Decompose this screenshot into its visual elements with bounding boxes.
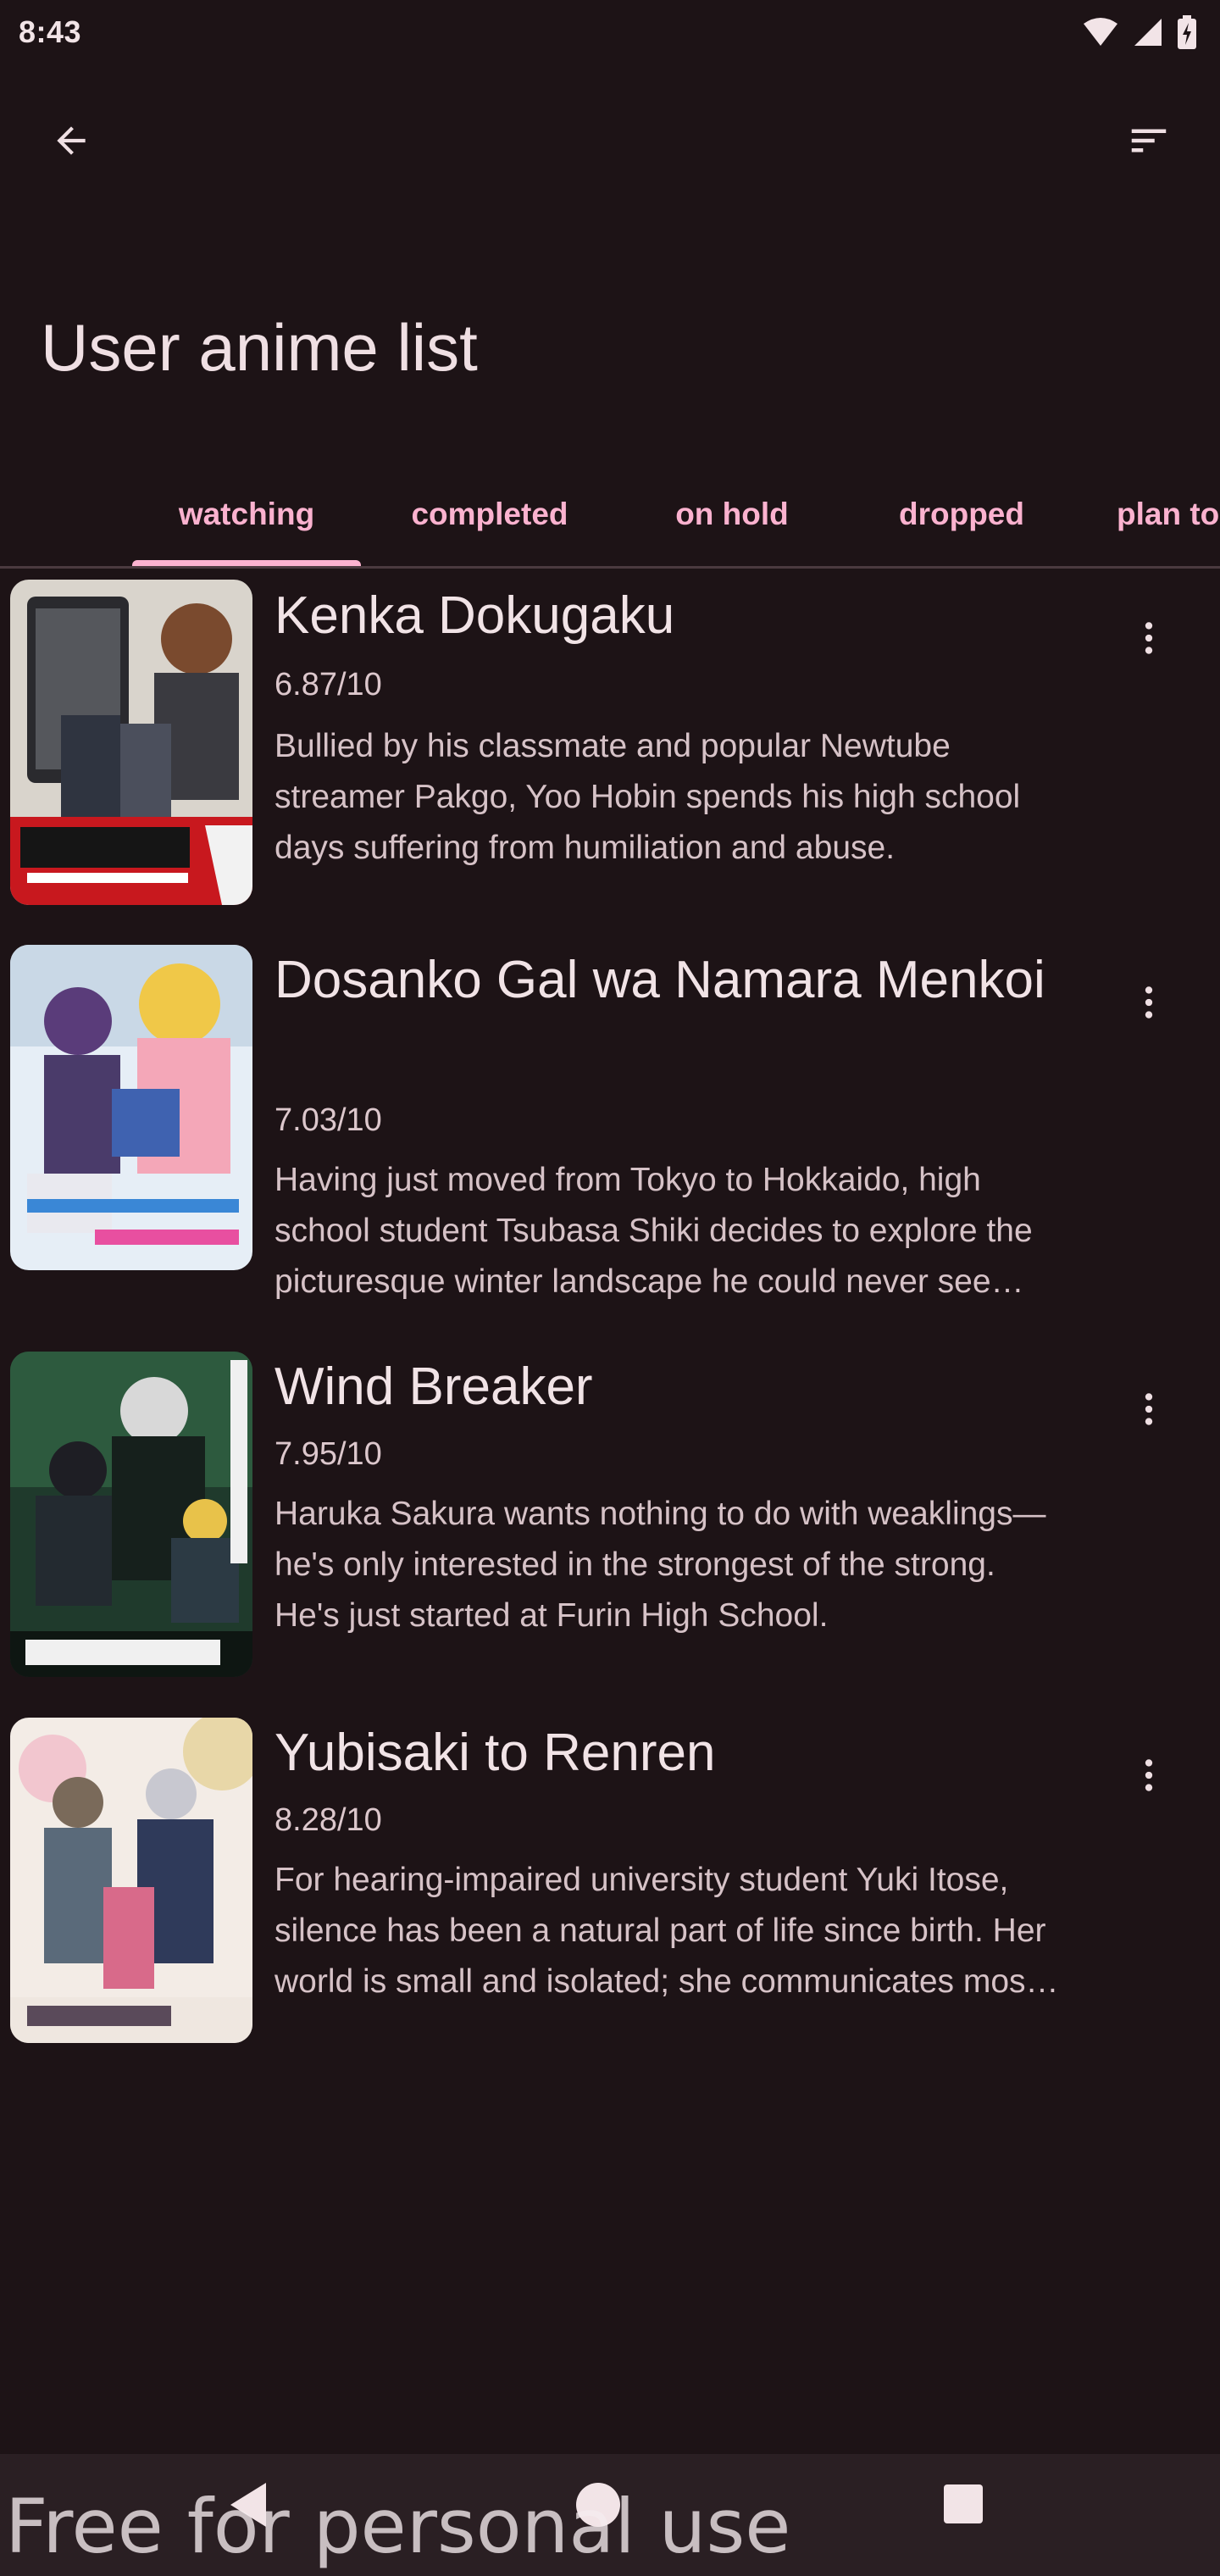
battery-charging-icon (1178, 15, 1196, 49)
tab-dropped[interactable]: dropped (856, 462, 1068, 567)
anime-title: Yubisaki to Renren (274, 1724, 716, 1782)
more-vert-icon (1128, 981, 1170, 1028)
status-time: 8:43 (19, 14, 82, 49)
tab-label: dropped (899, 497, 1024, 531)
more-vert-icon (1128, 617, 1170, 663)
sort-icon (1126, 118, 1172, 168)
anime-synopsis: For hearing-impaired university student … (274, 1862, 1059, 2000)
page-title: User anime list (41, 310, 478, 385)
anime-title: Wind Breaker (274, 1357, 593, 1416)
tab-label: watching (178, 497, 315, 531)
back-button[interactable] (30, 102, 112, 183)
cover-image (10, 1352, 252, 1677)
status-tab-row: watching completed on hold dropped plan … (0, 462, 1220, 567)
nav-recents-icon[interactable] (944, 2484, 983, 2523)
top-app-bar (0, 85, 1220, 200)
more-options-button[interactable] (1108, 599, 1190, 680)
anime-synopsis: Having just moved from Tokyo to Hokkaido… (274, 1162, 1033, 1300)
arrow-back-icon (50, 119, 92, 166)
tab-label: plan to (1117, 497, 1220, 531)
cover-image (10, 1718, 252, 2043)
anime-score: 8.28/10 (274, 1802, 382, 1838)
list-item[interactable]: Wind Breaker 7.95/10 Haruka Sakura wants… (0, 1340, 1220, 1706)
cover-image (10, 945, 252, 1270)
more-vert-icon (1128, 1754, 1170, 1801)
tab-completed[interactable]: completed (378, 462, 602, 567)
anime-synopsis: Bullied by his classmate and popular New… (274, 728, 1021, 866)
list-item[interactable]: Yubisaki to Renren 8.28/10 For hearing-i… (0, 1706, 1220, 2072)
anime-score: 6.87/10 (274, 667, 382, 702)
anime-title: Dosanko Gal wa Namara Menkoi (274, 951, 1045, 1009)
watermark-text: Free for personal use (5, 2483, 791, 2570)
status-bar: 8:43 (0, 0, 1220, 64)
wifi-icon (1083, 17, 1118, 47)
cover-image (10, 580, 252, 905)
list-item[interactable]: Kenka Dokugaku 6.87/10 Bullied by his cl… (0, 569, 1220, 933)
anime-score: 7.95/10 (274, 1436, 382, 1472)
list-item[interactable]: Dosanko Gal wa Namara Menkoi 7.03/10 Hav… (0, 933, 1220, 1340)
more-options-button[interactable] (1108, 1370, 1190, 1452)
more-vert-icon (1128, 1388, 1170, 1435)
anime-score: 7.03/10 (274, 1102, 382, 1138)
tab-watching[interactable]: watching (132, 462, 361, 567)
anime-synopsis: Haruka Sakura wants nothing to do with w… (274, 1496, 1046, 1634)
status-icons (1083, 15, 1196, 49)
sort-button[interactable] (1108, 102, 1190, 183)
tab-label: completed (411, 497, 568, 531)
tab-on-hold[interactable]: on hold (625, 462, 839, 567)
anime-title: Kenka Dokugaku (274, 586, 675, 645)
tab-plan-to-watch[interactable]: plan to (1093, 462, 1220, 567)
tab-label: on hold (675, 497, 789, 531)
more-options-button[interactable] (1108, 963, 1190, 1045)
signal-icon (1134, 17, 1162, 47)
more-options-button[interactable] (1108, 1736, 1190, 1818)
